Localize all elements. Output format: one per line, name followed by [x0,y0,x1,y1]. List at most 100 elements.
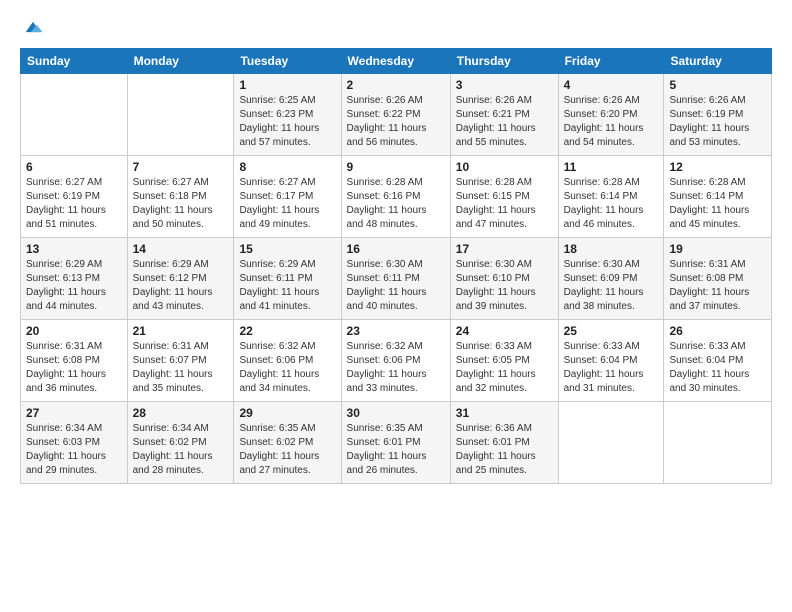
calendar-cell: 15 Sunrise: 6:29 AMSunset: 6:11 PMDayligh… [234,238,341,320]
day-number: 19 [669,242,766,256]
day-info: Sunrise: 6:33 AMSunset: 6:04 PMDaylight:… [669,340,766,396]
calendar-cell: 18 Sunrise: 6:30 AMSunset: 6:09 PMDayligh… [558,238,664,320]
calendar-cell: 11 Sunrise: 6:28 AMSunset: 6:14 PMDayligh… [558,156,664,238]
day-number: 3 [456,78,553,92]
day-number: 11 [564,160,659,174]
calendar-cell: 5 Sunrise: 6:26 AMSunset: 6:19 PMDaylight… [664,74,772,156]
calendar-cell: 21 Sunrise: 6:31 AMSunset: 6:07 PMDayligh… [127,320,234,402]
day-number: 22 [239,324,335,338]
day-info: Sunrise: 6:26 AMSunset: 6:19 PMDaylight:… [669,94,766,150]
day-number: 6 [26,160,122,174]
calendar-cell [21,74,128,156]
calendar-cell: 2Sunrise: 6:26 AMSunset: 6:22 PMDaylight… [341,74,450,156]
logo [20,20,44,38]
day-number: 27 [26,406,122,420]
day-info: Sunrise: 6:29 AMSunset: 6:11 PMDaylight:… [239,258,335,314]
calendar-cell: 19 Sunrise: 6:31 AMSunset: 6:08 PMDayligh… [664,238,772,320]
calendar-cell: 27 Sunrise: 6:34 AMSunset: 6:03 PMDayligh… [21,402,128,484]
day-info: Sunrise: 6:32 AMSunset: 6:06 PMDaylight:… [347,340,445,396]
day-info: Sunrise: 6:29 AMSunset: 6:13 PMDaylight:… [26,258,122,314]
day-info: Sunrise: 6:31 AMSunset: 6:08 PMDaylight:… [669,258,766,314]
day-number: 21 [133,324,229,338]
day-number: 20 [26,324,122,338]
calendar-cell: 26 Sunrise: 6:33 AMSunset: 6:04 PMDayligh… [664,320,772,402]
day-number: 29 [239,406,335,420]
calendar-cell: 14 Sunrise: 6:29 AMSunset: 6:12 PMDayligh… [127,238,234,320]
calendar-cell: 6 Sunrise: 6:27 AMSunset: 6:19 PMDaylight… [21,156,128,238]
day-number: 23 [347,324,445,338]
calendar-cell [664,402,772,484]
day-number: 7 [133,160,229,174]
day-info: Sunrise: 6:35 AMSunset: 6:02 PMDaylight:… [239,422,335,478]
calendar-cell [127,74,234,156]
calendar-cell: 20 Sunrise: 6:31 AMSunset: 6:08 PMDayligh… [21,320,128,402]
day-info: Sunrise: 6:28 AMSunset: 6:14 PMDaylight:… [669,176,766,232]
day-info: Sunrise: 6:34 AMSunset: 6:03 PMDaylight:… [26,422,122,478]
calendar-cell: 17 Sunrise: 6:30 AMSunset: 6:10 PMDayligh… [450,238,558,320]
day-info: Sunrise: 6:34 AMSunset: 6:02 PMDaylight:… [133,422,229,478]
calendar-cell: 24 Sunrise: 6:33 AMSunset: 6:05 PMDayligh… [450,320,558,402]
day-number: 10 [456,160,553,174]
calendar-cell: 31 Sunrise: 6:36 AMSunset: 6:01 PMDayligh… [450,402,558,484]
day-number: 25 [564,324,659,338]
weekday-header: Monday [127,49,234,74]
day-info: Sunrise: 6:33 AMSunset: 6:05 PMDaylight:… [456,340,553,396]
calendar-cell [558,402,664,484]
day-number: 16 [347,242,445,256]
day-info: Sunrise: 6:35 AMSunset: 6:01 PMDaylight:… [347,422,445,478]
calendar-cell: 10Sunrise: 6:28 AMSunset: 6:15 PMDayligh… [450,156,558,238]
weekday-header: Saturday [664,49,772,74]
day-number: 28 [133,406,229,420]
day-info: Sunrise: 6:26 AMSunset: 6:21 PMDaylight:… [456,94,553,150]
day-info: Sunrise: 6:31 AMSunset: 6:08 PMDaylight:… [26,340,122,396]
day-number: 31 [456,406,553,420]
calendar-cell: 30 Sunrise: 6:35 AMSunset: 6:01 PMDayligh… [341,402,450,484]
day-info: Sunrise: 6:27 AMSunset: 6:18 PMDaylight:… [133,176,229,232]
day-number: 15 [239,242,335,256]
day-number: 24 [456,324,553,338]
page: SundayMondayTuesdayWednesdayThursdayFrid… [0,0,792,612]
day-info: Sunrise: 6:33 AMSunset: 6:04 PMDaylight:… [564,340,659,396]
day-number: 9 [347,160,445,174]
header [20,16,772,38]
calendar-cell: 29 Sunrise: 6:35 AMSunset: 6:02 PMDayligh… [234,402,341,484]
day-info: Sunrise: 6:28 AMSunset: 6:14 PMDaylight:… [564,176,659,232]
calendar-cell: 28 Sunrise: 6:34 AMSunset: 6:02 PMDayligh… [127,402,234,484]
calendar-cell: 4 Sunrise: 6:26 AMSunset: 6:20 PMDaylight… [558,74,664,156]
day-number: 30 [347,406,445,420]
day-info: Sunrise: 6:26 AMSunset: 6:20 PMDaylight:… [564,94,659,150]
day-number: 12 [669,160,766,174]
day-info: Sunrise: 6:29 AMSunset: 6:12 PMDaylight:… [133,258,229,314]
day-number: 14 [133,242,229,256]
day-info: Sunrise: 6:30 AMSunset: 6:10 PMDaylight:… [456,258,553,314]
day-info: Sunrise: 6:27 AMSunset: 6:19 PMDaylight:… [26,176,122,232]
calendar-cell: 12 Sunrise: 6:28 AMSunset: 6:14 PMDayligh… [664,156,772,238]
weekday-header: Tuesday [234,49,341,74]
day-number: 4 [564,78,659,92]
weekday-header: Friday [558,49,664,74]
day-number: 5 [669,78,766,92]
calendar-cell: 13Sunrise: 6:29 AMSunset: 6:13 PMDayligh… [21,238,128,320]
calendar-cell: 3 Sunrise: 6:26 AMSunset: 6:21 PMDaylight… [450,74,558,156]
day-number: 18 [564,242,659,256]
day-number: 26 [669,324,766,338]
day-number: 2 [347,78,445,92]
day-info: Sunrise: 6:32 AMSunset: 6:06 PMDaylight:… [239,340,335,396]
calendar-cell: 16 Sunrise: 6:30 AMSunset: 6:11 PMDayligh… [341,238,450,320]
logo-icon [22,16,44,38]
weekday-header: Thursday [450,49,558,74]
day-info: Sunrise: 6:31 AMSunset: 6:07 PMDaylight:… [133,340,229,396]
weekday-header: Wednesday [341,49,450,74]
day-info: Sunrise: 6:28 AMSunset: 6:16 PMDaylight:… [347,176,445,232]
day-info: Sunrise: 6:36 AMSunset: 6:01 PMDaylight:… [456,422,553,478]
day-number: 17 [456,242,553,256]
calendar-cell: 9 Sunrise: 6:28 AMSunset: 6:16 PMDaylight… [341,156,450,238]
day-number: 8 [239,160,335,174]
calendar-cell: 23 Sunrise: 6:32 AMSunset: 6:06 PMDayligh… [341,320,450,402]
weekday-header: Sunday [21,49,128,74]
day-number: 1 [239,78,335,92]
calendar-cell: 1Sunrise: 6:25 AMSunset: 6:23 PMDaylight… [234,74,341,156]
calendar-cell: 7 Sunrise: 6:27 AMSunset: 6:18 PMDaylight… [127,156,234,238]
day-info: Sunrise: 6:30 AMSunset: 6:11 PMDaylight:… [347,258,445,314]
day-info: Sunrise: 6:30 AMSunset: 6:09 PMDaylight:… [564,258,659,314]
